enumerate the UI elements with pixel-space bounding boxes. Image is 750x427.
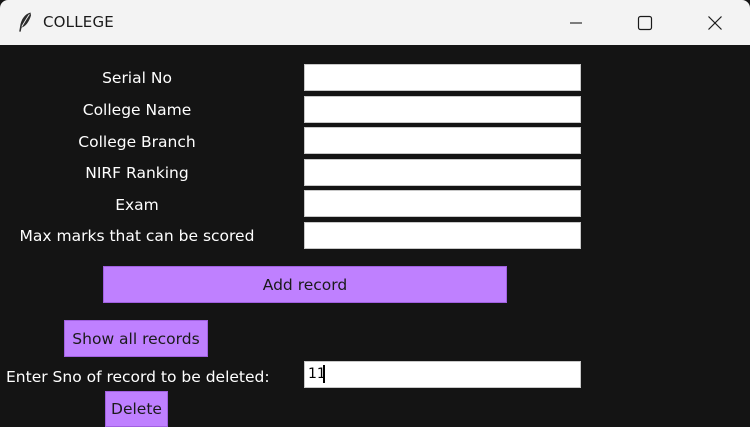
close-icon [707,15,723,31]
college-branch-field[interactable] [304,127,581,154]
nirf-ranking-field[interactable] [304,159,581,186]
minimize-icon [569,16,583,30]
minimize-button[interactable] [553,0,599,45]
nirf-ranking-label: NIRF Ranking [85,164,189,182]
max-marks-field[interactable] [304,222,581,249]
title-bar[interactable]: COLLEGE [0,0,750,45]
app-window: COLLEGE Serial No College Name College B… [0,0,750,427]
delete-button-label: Delete [111,400,162,418]
exam-field[interactable] [304,190,581,217]
add-record-button[interactable]: Add record [103,266,507,303]
form-area: Serial No College Name College Branch NI… [0,45,750,427]
serial-no-field[interactable] [304,64,581,91]
window-title: COLLEGE [43,13,114,31]
college-branch-label: College Branch [78,133,196,151]
show-all-records-button-label: Show all records [72,329,200,348]
exam-label: Exam [115,196,159,214]
add-record-button-label: Add record [262,275,348,294]
close-button[interactable] [692,0,738,45]
feather-icon [16,11,34,33]
delete-button[interactable]: Delete [105,391,168,427]
text-cursor [323,365,325,383]
maximize-button[interactable] [622,0,668,45]
maximize-icon [637,15,653,31]
serial-no-label: Serial No [102,69,172,87]
college-name-label: College Name [82,101,192,119]
max-marks-label: Max marks that can be scored [19,227,255,245]
delete-sno-field[interactable] [304,361,581,388]
delete-prompt-label: Enter Sno of record to be deleted: [6,368,270,386]
show-all-records-button[interactable]: Show all records [64,320,208,357]
college-name-field[interactable] [304,96,581,123]
